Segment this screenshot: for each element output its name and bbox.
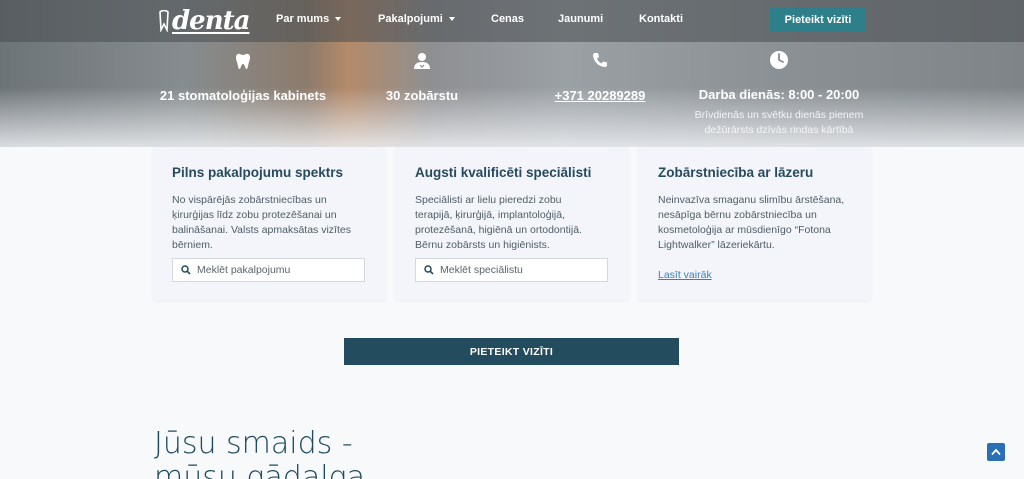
card-text-line: protezēšanā, higiēnā un ortodontijā. <box>415 224 582 236</box>
doctor-icon <box>414 53 430 69</box>
card-text-line: Speciālisti ar lielu pieredzi zobu <box>415 194 562 206</box>
nav-item-pakalpojumi[interactable]: Pakalpojumi <box>378 13 455 25</box>
read-more-link[interactable]: Lasīt vairāk <box>658 269 712 281</box>
nav-item-label: Pakalpojumi <box>378 13 443 25</box>
stat-label: Darba dienās: 8:00 - 20:00 <box>698 87 860 102</box>
tooth-icon <box>236 53 250 69</box>
card-services: Pilns pakalpojumu spektrs No vispārējās … <box>153 147 385 300</box>
stat-label: 21 stomatoloģijas kabinets <box>159 88 327 103</box>
card-title: Pilns pakalpojumu spektrs <box>172 165 344 180</box>
card-text-line: nesāpīga bērnu zobārstniecība un <box>658 209 817 221</box>
section-headline: Jūsu smaids - mūsu gādalga <box>154 427 365 479</box>
nav-item-label: Par mums <box>276 13 330 25</box>
search-specialists-input[interactable] <box>440 264 600 276</box>
book-visit-nav-button[interactable]: Pieteikt vizīti <box>770 8 866 32</box>
nav-item-cenas[interactable]: Cenas <box>491 13 524 25</box>
nav-item-label: Kontakti <box>639 13 683 25</box>
search-services-input[interactable] <box>197 264 357 276</box>
nav-item-jaunumi[interactable]: Jaunumi <box>558 13 603 25</box>
search-services-field[interactable] <box>172 258 365 282</box>
chevron-up-icon <box>991 448 1001 456</box>
logo[interactable]: denta <box>158 6 250 36</box>
card-text-line: bērniem. <box>172 239 213 251</box>
stat-sub-line: Brīvdienās un svētku dienās pienem <box>694 109 864 121</box>
card-laser: Zobārstniecība ar lāzeru Neinvazīva smag… <box>639 147 871 300</box>
card-text-line: terapijā, ķirurģijā, implantoloģijā, <box>415 209 565 221</box>
logo-tooth-icon <box>159 10 169 32</box>
nav-item-label: Jaunumi <box>558 13 604 25</box>
hero-banner: denta Par mums Pakalpojumi Cenas Jaunumi… <box>0 0 1024 147</box>
card-text-line: Neinvazīva smaganu slimību ārstēšana, <box>658 194 845 206</box>
nav-item-label: Cenas <box>491 13 525 25</box>
card-specialists: Augsti kvalificēti speciālisti Speciālis… <box>396 147 628 300</box>
card-text: Speciālisti ar lielu pieredzi zobu terap… <box>415 193 609 253</box>
card-text-line: Lightwalker” lāzeriekārtu. <box>658 239 775 251</box>
card-text: No vispārējās zobārstniecības un ķirurģi… <box>172 193 366 253</box>
card-text-line: Bērnu zobārsts un higiēnists. <box>415 239 550 251</box>
card-title: Augsti kvalificēti speciālisti <box>415 165 592 180</box>
phone-icon <box>593 53 607 67</box>
top-navbar: denta Par mums Pakalpojumi Cenas Jaunumi… <box>0 0 1024 42</box>
card-text-line: balināšanai. Valsts apmaksātas vizītes <box>172 224 351 236</box>
card-text-line: kosmetoloģija ar mūsdienīgo “Fotona <box>658 224 831 236</box>
phone-link[interactable]: +371 20289289 <box>555 88 646 103</box>
scroll-to-top-button[interactable] <box>987 443 1005 461</box>
search-icon <box>181 265 191 275</box>
stat-sub-line: dežūrārsts dzīvās rindas kārtībā <box>704 124 854 136</box>
search-icon <box>424 265 434 275</box>
logo-text: denta <box>172 6 250 36</box>
clock-icon <box>770 51 788 69</box>
stat-label: 30 zobārstu <box>385 88 459 103</box>
card-text-line: ķirurģijas līdz zobu protezēšanai un <box>172 209 337 221</box>
chevron-down-icon <box>448 17 455 22</box>
headline-line: Jūsu smaids - <box>154 426 353 461</box>
nav-item-kontakti[interactable]: Kontakti <box>639 13 683 25</box>
nav-item-par-mums[interactable]: Par mums <box>276 13 342 25</box>
book-visit-button[interactable]: PIETEIKT VIZĪTI <box>344 338 679 365</box>
chevron-down-icon <box>335 17 342 22</box>
card-title: Zobārstniecība ar lāzeru <box>658 165 814 180</box>
search-specialists-field[interactable] <box>415 258 608 282</box>
card-text-line: No vispārējās zobārstniecības un <box>172 194 327 206</box>
headline-line: mūsu gādalga <box>154 460 365 479</box>
card-text: Neinvazīva smaganu slimību ārstēšana, ne… <box>658 193 852 253</box>
